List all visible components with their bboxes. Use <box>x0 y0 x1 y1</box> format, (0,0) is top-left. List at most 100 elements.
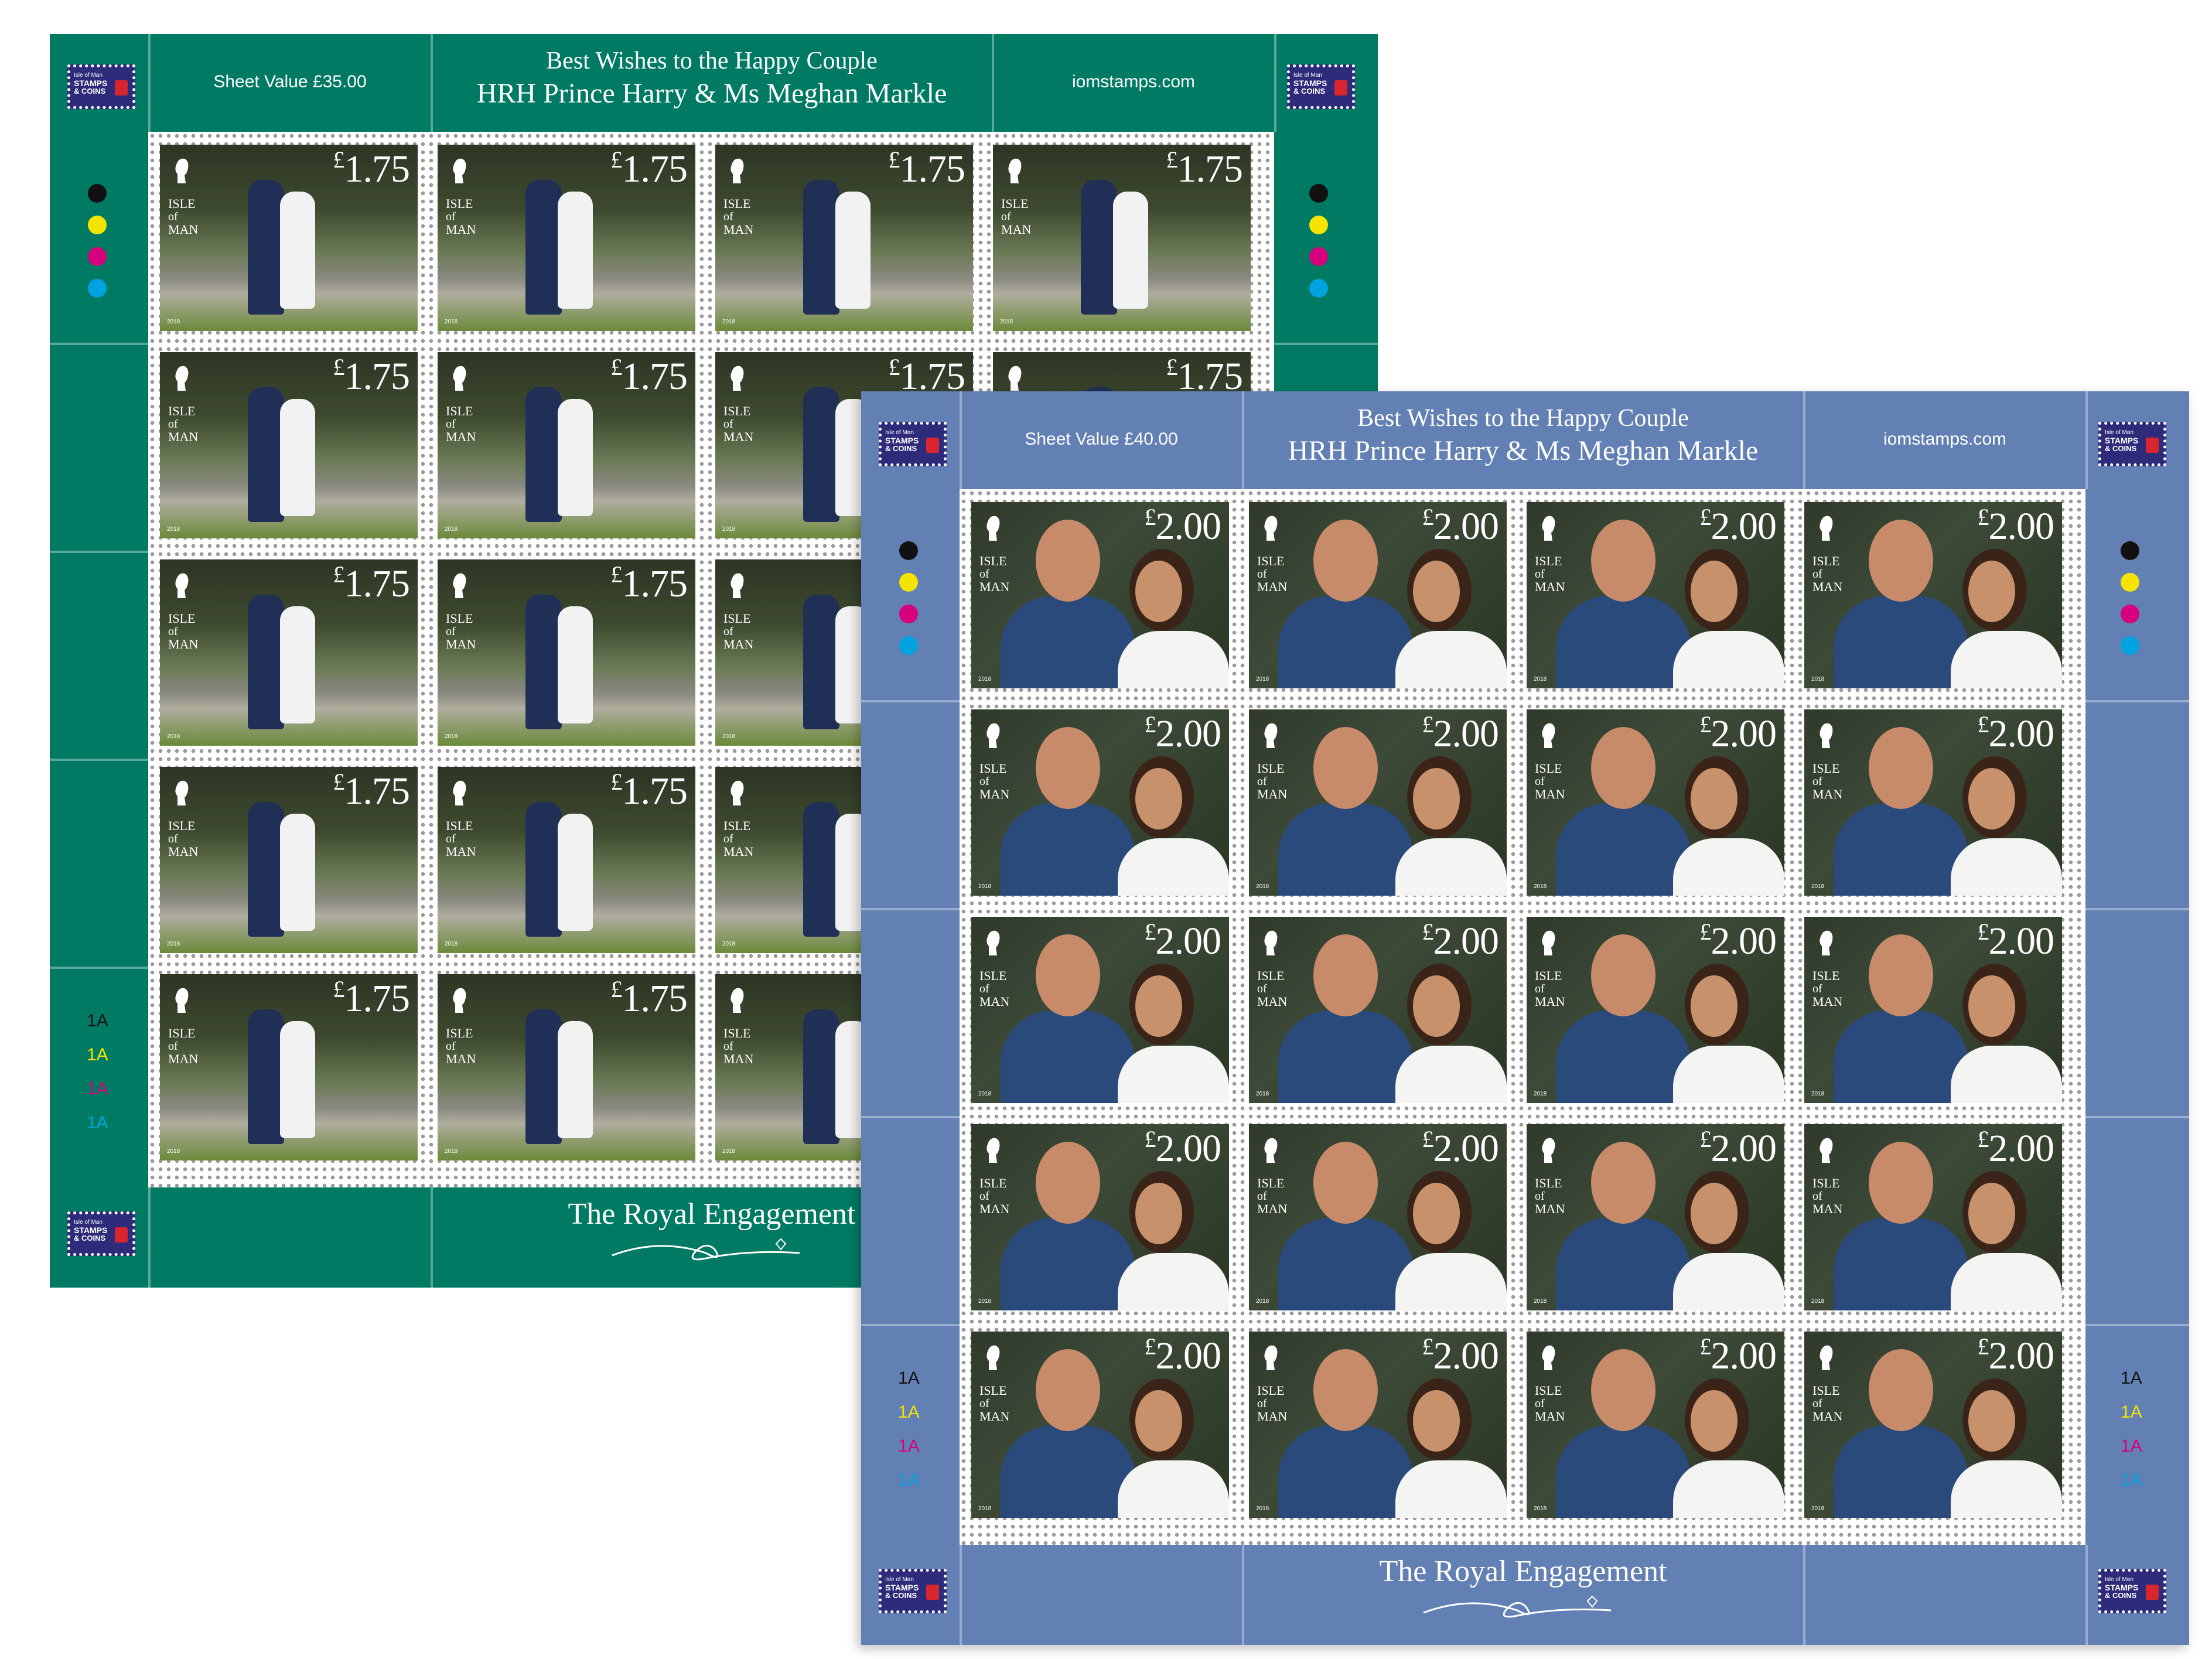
stamp: ISLEofMAN £1.75 2018 <box>438 559 695 746</box>
stamp-figure <box>1691 561 1737 622</box>
stamps-coins-logo: Isle of Man STAMPS & COINS <box>879 422 947 466</box>
sheet-guide-line <box>2085 1545 2088 1645</box>
stamp-figure <box>835 192 871 309</box>
website: iomstamps.com <box>1883 429 2007 449</box>
stamp: ISLE of MAN £2.00 2018 <box>1804 1124 2062 1310</box>
stamp-year: 2018 <box>1256 1091 1269 1097</box>
stamp-figure <box>1395 1460 1507 1518</box>
currency-symbol: £ <box>333 354 345 380</box>
queen-head-icon <box>1264 1345 1278 1370</box>
stamps-coins-logo: Isle of Man STAMPS & COINS <box>2098 1569 2166 1613</box>
queen-head-icon <box>1008 158 1022 183</box>
stamp-figure <box>1081 180 1117 315</box>
stamp-value: £1.75 <box>611 768 688 814</box>
plate-code: 1A <box>898 1436 920 1456</box>
stamp-denomination: 1.75 <box>622 770 688 813</box>
country-name: ISLEofMAN <box>1535 1383 1565 1424</box>
stamp-figure <box>1118 838 1229 896</box>
sheet-guide-line <box>960 391 962 489</box>
stamp: ISLEofMAN £1.75 2018 <box>160 352 418 538</box>
three-legs-seal-icon <box>115 1227 128 1242</box>
stamp-year: 2018 <box>1534 1298 1547 1305</box>
stamp-value: £1.75 <box>611 975 688 1021</box>
colour-registration-dot <box>1309 247 1328 266</box>
stamp-figure <box>1951 1046 2062 1103</box>
sheet-guide-line <box>861 1324 960 1326</box>
stamp-year: 2018 <box>1534 883 1547 890</box>
stamp-figure <box>1118 1046 1229 1103</box>
stamp: ISLE of MAN £2.00 2018 <box>1249 502 1507 688</box>
stamp: ISLE of MAN £2.00 2018 <box>1527 502 1784 688</box>
currency-symbol: £ <box>333 146 345 173</box>
stamp-figure <box>1313 1349 1378 1431</box>
stamp-figure <box>1001 803 1135 896</box>
stamp-year: 2018 <box>1256 1506 1269 1512</box>
colour-registration-dot <box>88 184 107 203</box>
stamp: ISLEofMAN £1.75 2018 <box>160 767 418 953</box>
stamp-figure <box>1869 1142 1933 1224</box>
three-legs-seal-icon <box>926 438 939 453</box>
sheet-guide-line <box>1803 1545 1805 1645</box>
stamp: ISLEofMAN £1.75 2018 <box>438 145 695 331</box>
stamp-figure <box>1834 596 1968 688</box>
stamp-figure <box>1951 631 2062 688</box>
stamp: ISLE of MAN £2.00 2018 <box>1527 1332 1784 1518</box>
stamp-figure <box>1036 934 1100 1016</box>
stamp-year: 2018 <box>445 319 458 325</box>
currency-symbol: £ <box>1144 711 1156 738</box>
queen-head-icon <box>1820 930 1833 955</box>
country-name: ISLEofMAN <box>723 611 754 651</box>
stamp-figure <box>1591 1142 1655 1224</box>
blue-stamp-sheet: Isle of Man STAMPS & COINS Isle of Man S… <box>861 391 2189 1645</box>
country-name: ISLEofMAN <box>1812 1383 1843 1424</box>
stamp-figure <box>248 595 284 729</box>
currency-symbol: £ <box>610 561 623 588</box>
stamp: ISLE of MAN £2.00 2018 <box>1804 709 2062 896</box>
stamp-figure <box>248 180 284 315</box>
stamp-figure <box>1869 1349 1933 1431</box>
stamp-denomination: 2.00 <box>1711 1127 1777 1170</box>
sheet-guide-line <box>148 1187 151 1288</box>
sheet-guide-line <box>861 700 960 702</box>
stamp-denomination: 1.75 <box>344 977 410 1020</box>
stamp-year: 2018 <box>722 319 736 325</box>
stamp-figure <box>1673 1253 1784 1310</box>
currency-symbol: £ <box>888 146 900 173</box>
stamp-figure <box>1691 975 1737 1037</box>
stamp-value: £2.00 <box>1978 711 2054 756</box>
stamp-year: 2018 <box>978 883 992 890</box>
stamp-year: 2018 <box>445 941 458 947</box>
queen-head-icon <box>175 573 189 598</box>
currency-symbol: £ <box>333 976 345 1002</box>
stamp-value: £2.00 <box>1700 711 1777 756</box>
currency-symbol: £ <box>1699 919 1712 945</box>
three-legs-seal-icon <box>926 1585 939 1600</box>
stamp-value: £1.75 <box>611 353 688 399</box>
stamp-value: £2.00 <box>1700 503 1777 549</box>
stamp: ISLEofMAN £1.75 2018 <box>160 559 418 746</box>
stamp: ISLE of MAN £2.00 2018 <box>1527 917 1784 1103</box>
stamp-figure <box>1556 1011 1691 1103</box>
country-name: ISLEofMAN <box>1812 554 1843 594</box>
stamp-value: £2.00 <box>1145 1333 1221 1378</box>
stamp: ISLEofMAN £1.75 2018 <box>715 145 973 331</box>
currency-symbol: £ <box>1422 504 1434 530</box>
queen-head-icon <box>453 780 466 805</box>
colour-registration-dot <box>2121 541 2139 560</box>
country-name: ISLEofMAN <box>1812 968 1843 1009</box>
stamps-coins-logo: Isle of Man STAMPS & COINS <box>2098 422 2166 466</box>
queen-head-icon <box>175 988 189 1013</box>
plate-code: 1A <box>898 1470 920 1490</box>
website: iomstamps.com <box>1071 72 1196 91</box>
country-name: ISLEofMAN <box>979 1176 1010 1216</box>
stamp-figure <box>1001 1425 1135 1518</box>
stamp-figure <box>1834 803 1968 896</box>
plate-code: 1A <box>87 1079 108 1098</box>
country-name: ISLEofMAN <box>1535 554 1565 594</box>
stamps-coins-logo: Isle of Man STAMPS & COINS <box>879 1569 947 1613</box>
stamp-denomination: 2.00 <box>1155 1127 1221 1170</box>
queen-head-icon <box>730 366 744 391</box>
queen-head-icon <box>730 573 744 598</box>
sheet-title-line2: HRH Prince Harry & Ms Meghan Markle <box>1288 435 1759 466</box>
country-name: ISLEofMAN <box>168 404 199 444</box>
